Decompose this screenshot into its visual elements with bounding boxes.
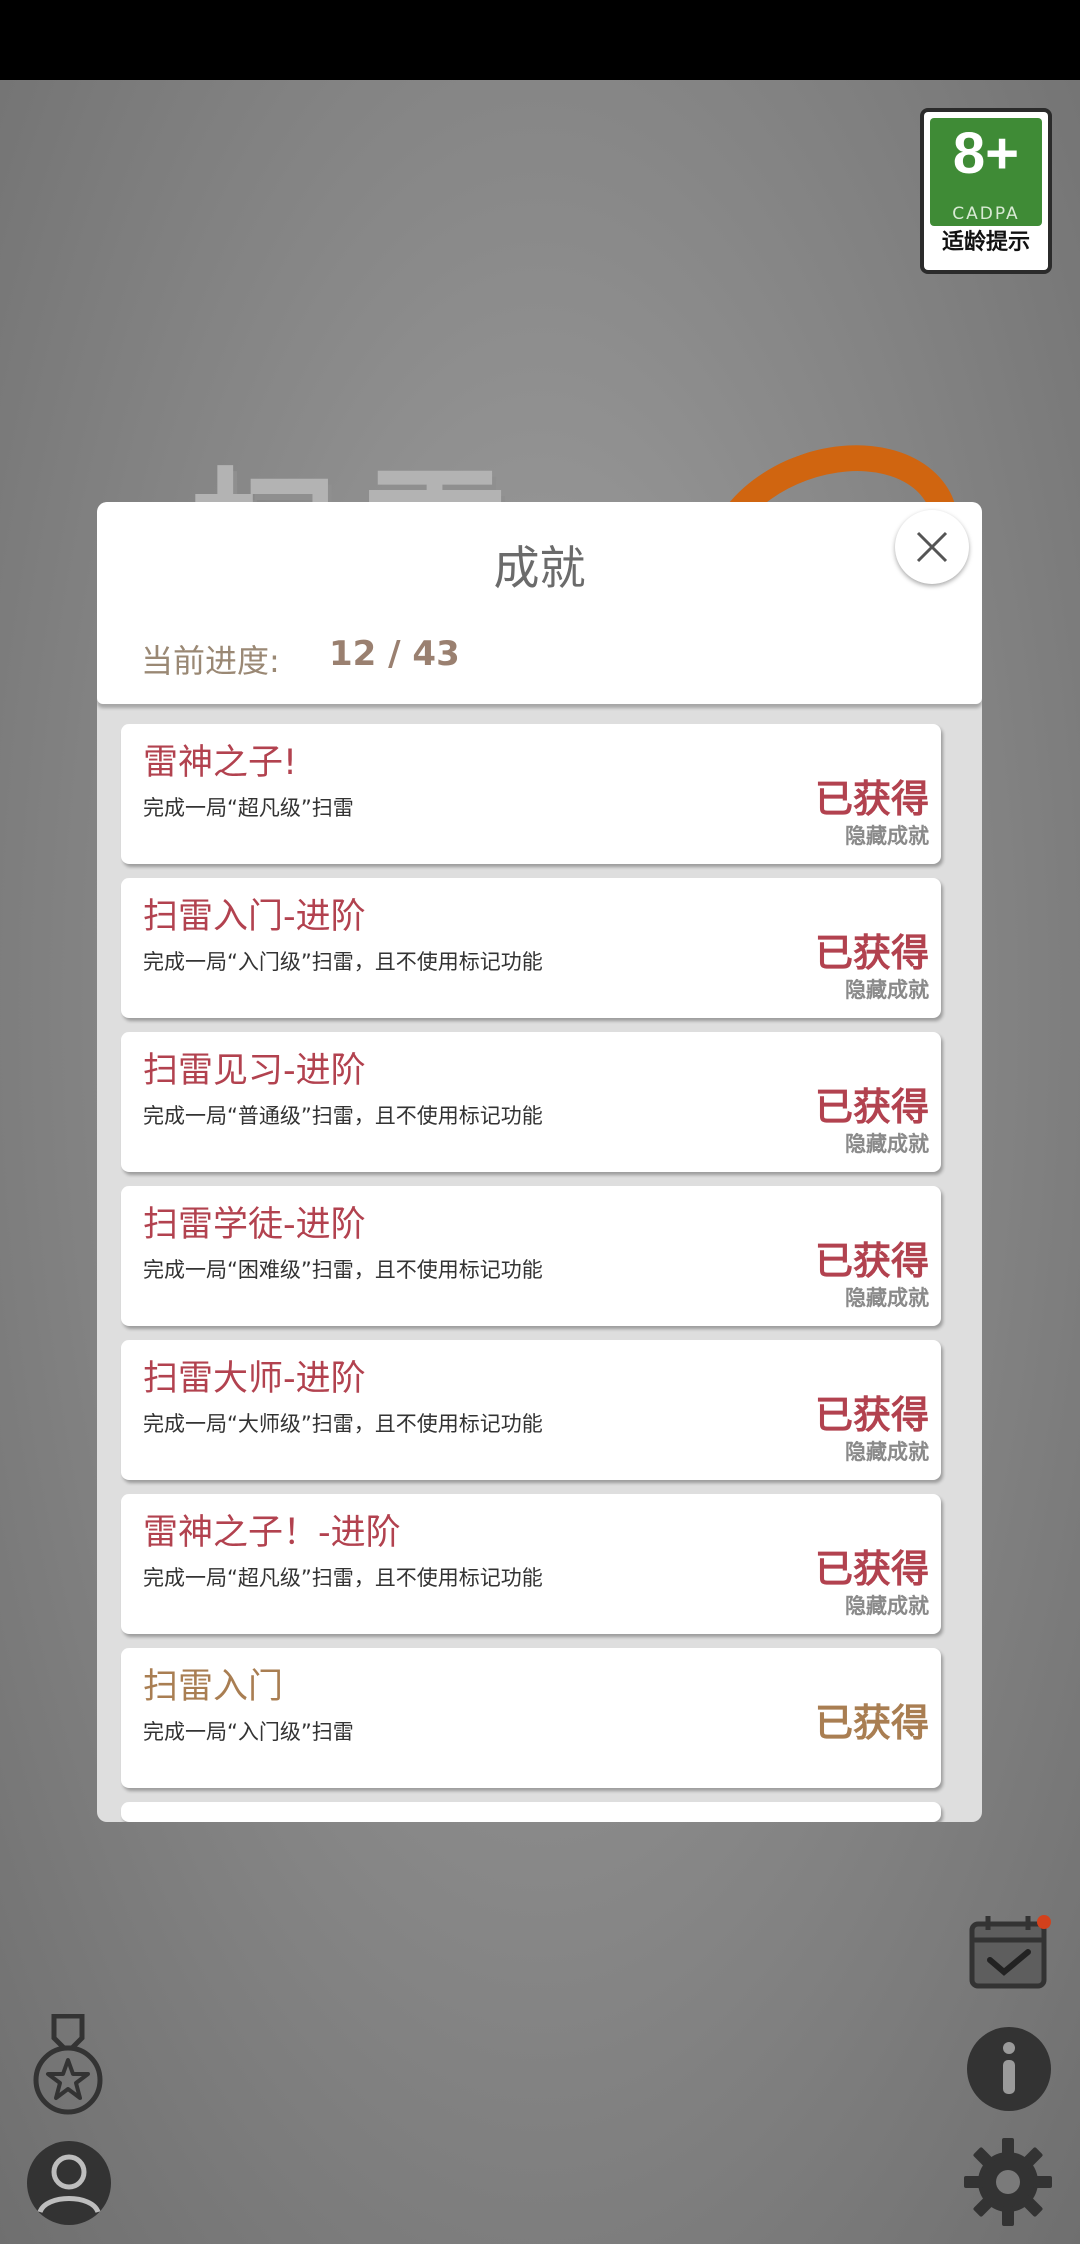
modal-title: 成就 bbox=[493, 541, 586, 595]
achievements-button[interactable] bbox=[32, 2013, 104, 2122]
hidden-achievement-tag: 隐藏成就 bbox=[845, 1440, 929, 1464]
progress-value: 12 / 43 bbox=[329, 634, 460, 674]
profile-icon bbox=[27, 2141, 111, 2225]
settings-button[interactable] bbox=[962, 2136, 1054, 2232]
age-rating-number: 8+ bbox=[952, 121, 1020, 186]
gear-icon bbox=[964, 2138, 1052, 2226]
achievement-card: 扫雷学徒-进阶 完成一局“困难级”扫雷，且不使用标记功能 已获得 隐藏成就 bbox=[121, 1186, 941, 1326]
age-rating-org: CADPA bbox=[952, 204, 1020, 224]
calendar-check-icon bbox=[969, 1915, 1051, 1989]
progress-label: 当前进度: bbox=[141, 642, 280, 680]
hidden-achievement-tag: 隐藏成就 bbox=[845, 1132, 929, 1156]
achievement-status: 已获得 bbox=[814, 777, 929, 821]
age-rating-tip: 适龄提示 bbox=[941, 230, 1030, 255]
achievement-name: 雷神之子！-进阶 bbox=[143, 1513, 401, 1553]
achievement-name: 扫雷入门-进阶 bbox=[143, 897, 366, 937]
achievements-modal: 成就 当前进度: 12 / 43 雷神之子! 完成一局“超凡级”扫雷 已获得 隐… bbox=[97, 502, 982, 1822]
achievement-list[interactable]: 雷神之子! 完成一局“超凡级”扫雷 已获得 隐藏成就 扫雷入门-进阶 完成一局“… bbox=[121, 724, 941, 1822]
achievement-name: 扫雷入门 bbox=[143, 1667, 284, 1707]
achievement-card: 扫雷入门-进阶 完成一局“入门级”扫雷，且不使用标记功能 已获得 隐藏成就 bbox=[121, 878, 941, 1018]
achievement-status: 已获得 bbox=[814, 1701, 929, 1745]
achievement-card: 扫雷见习-进阶 完成一局“普通级”扫雷，且不使用标记功能 已获得 隐藏成就 bbox=[121, 1032, 941, 1172]
status-bar bbox=[0, 0, 1080, 80]
achievement-status: 已获得 bbox=[814, 1085, 929, 1129]
achievement-desc: 完成一局“困难级”扫雷，且不使用标记功能 bbox=[143, 1258, 543, 1282]
profile-button[interactable] bbox=[24, 2138, 114, 2232]
hidden-achievement-tag: 隐藏成就 bbox=[845, 824, 929, 848]
achievement-name: 雷神之子! bbox=[143, 743, 298, 783]
achievement-card-partial bbox=[121, 1802, 941, 1822]
achievement-status: 已获得 bbox=[814, 1239, 929, 1283]
achievement-card: 雷神之子！-进阶 完成一局“超凡级”扫雷，且不使用标记功能 已获得 隐藏成就 bbox=[121, 1494, 941, 1634]
info-icon bbox=[967, 2027, 1051, 2111]
achievement-card: 雷神之子! 完成一局“超凡级”扫雷 已获得 隐藏成就 bbox=[121, 724, 941, 864]
achievement-status: 已获得 bbox=[814, 931, 929, 975]
hidden-achievement-tag: 隐藏成就 bbox=[845, 1286, 929, 1310]
achievement-desc: 完成一局“超凡级”扫雷，且不使用标记功能 bbox=[143, 1566, 543, 1590]
close-icon bbox=[916, 531, 948, 563]
close-button[interactable] bbox=[895, 510, 969, 584]
achievement-desc: 完成一局“入门级”扫雷，且不使用标记功能 bbox=[143, 950, 543, 974]
modal-header: 成就 当前进度: 12 / 43 bbox=[97, 502, 982, 704]
achievement-name: 扫雷大师-进阶 bbox=[143, 1359, 366, 1399]
achievement-card: 扫雷入门 完成一局“入门级”扫雷 已获得 bbox=[121, 1648, 941, 1788]
achievement-status: 已获得 bbox=[814, 1547, 929, 1591]
hidden-achievement-tag: 隐藏成就 bbox=[845, 1594, 929, 1618]
achievement-card: 扫雷大师-进阶 完成一局“大师级”扫雷，且不使用标记功能 已获得 隐藏成就 bbox=[121, 1340, 941, 1480]
achievement-desc: 完成一局“入门级”扫雷 bbox=[143, 1720, 354, 1744]
info-button[interactable] bbox=[964, 2024, 1054, 2118]
achievement-desc: 完成一局“普通级”扫雷，且不使用标记功能 bbox=[143, 1104, 543, 1128]
achievement-desc: 完成一局“大师级”扫雷，且不使用标记功能 bbox=[143, 1412, 543, 1436]
achievement-status: 已获得 bbox=[814, 1393, 929, 1437]
achievement-name: 扫雷见习-进阶 bbox=[143, 1051, 366, 1091]
medal-icon bbox=[33, 2013, 103, 2115]
daily-checkin-button[interactable] bbox=[966, 1912, 1056, 1996]
hidden-achievement-tag: 隐藏成就 bbox=[845, 978, 929, 1002]
age-rating-badge: 8+ CADPA 适龄提示 bbox=[920, 108, 1052, 274]
achievement-name: 扫雷学徒-进阶 bbox=[143, 1205, 366, 1245]
achievement-desc: 完成一局“超凡级”扫雷 bbox=[143, 796, 354, 820]
